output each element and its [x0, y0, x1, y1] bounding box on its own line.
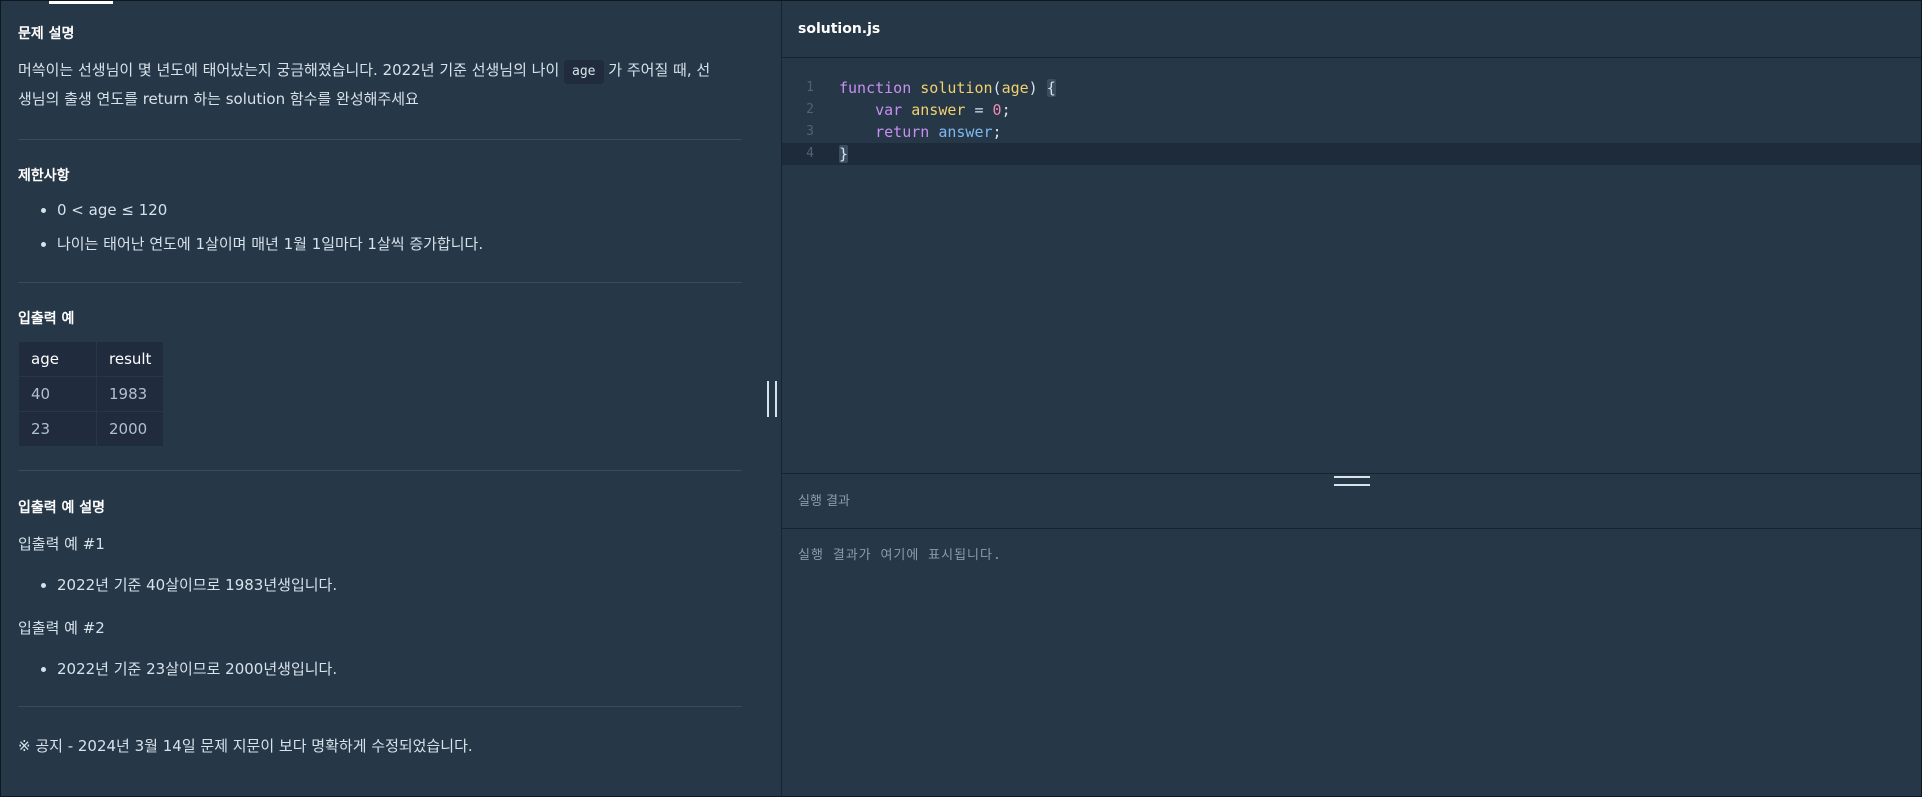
- io-explain-title: 입출력 예 설명: [18, 500, 106, 516]
- line-number: 4: [806, 146, 814, 161]
- divider: [18, 139, 742, 140]
- code-line-active[interactable]: 4 }: [782, 143, 1921, 165]
- param-token: age: [1001, 79, 1029, 97]
- result-title: 실행 결과: [798, 494, 850, 509]
- function-name-token: solution: [920, 79, 993, 97]
- example-item: 2022년 기준 40살이므로 1983년생입니다.: [57, 568, 337, 602]
- description-part1: 머쓱이는 선생님이 몇 년도에 태어났는지 궁금해졌습니다. 2022년 기준 …: [18, 61, 565, 79]
- description-line2: 생님의 출생 연도를 return 하는 solution 함수를 완성해주세요: [18, 90, 419, 108]
- line-number: 1: [806, 80, 814, 95]
- brace-highlight: {: [1046, 79, 1056, 97]
- code-line[interactable]: 3 return answer;: [782, 121, 1921, 143]
- divider: [18, 282, 742, 283]
- keyword-token: function: [839, 79, 912, 97]
- result-header: 실행 결과: [782, 474, 1921, 529]
- table-cell: 2000: [95, 411, 165, 447]
- divider: [18, 706, 742, 707]
- result-output: 실행 결과가 여기에 표시됩니다.: [798, 548, 1002, 563]
- description-code-age: age: [564, 60, 604, 84]
- io-table: age result 40 1983 23 2000: [18, 341, 165, 447]
- code-line[interactable]: 1 function solution(age) {: [782, 77, 1921, 99]
- io-title: 입출력 예: [18, 311, 75, 327]
- number-token: 0: [992, 101, 1002, 119]
- table-row: 40 1983: [18, 376, 165, 412]
- example-list: 2022년 기준 23살이므로 2000년생입니다.: [35, 652, 337, 686]
- editor-panel: solution.js 1 function solution(age) { 2…: [782, 1, 1921, 796]
- grip-line: [775, 381, 777, 417]
- code-text: return answer;: [875, 123, 1002, 141]
- grip-line: [767, 381, 769, 417]
- grip-gap: [771, 381, 773, 417]
- vertical-resize-handle[interactable]: [767, 381, 777, 417]
- table-row: 23 2000: [18, 411, 165, 447]
- line-number: 2: [806, 102, 814, 117]
- table-header-cell: result: [95, 341, 165, 377]
- example-list: 2022년 기준 40살이므로 1983년생입니다.: [35, 568, 337, 602]
- brace-highlight: }: [839, 145, 849, 163]
- identifier-token: answer: [938, 123, 993, 141]
- code-text: }: [839, 143, 849, 165]
- app-window: 문제 설명 머쓱이는 선생님이 몇 년도에 태어났는지 궁금해졌습니다. 202…: [0, 0, 1922, 797]
- example-item: 2022년 기준 23살이므로 2000년생입니다.: [57, 652, 337, 686]
- example-label: 입출력 예 #1: [18, 535, 105, 553]
- description-part2: 가 주어질 때, 선: [603, 61, 711, 79]
- code-text: function solution(age) {: [839, 79, 1056, 97]
- constraints-list: 0 < age ≤ 120 나이는 태어난 연도에 1살이며 매년 1월 1일마…: [35, 193, 483, 261]
- divider: [18, 470, 742, 471]
- line-number: 3: [806, 124, 814, 139]
- description-title: 문제 설명: [18, 26, 75, 42]
- code-editor[interactable]: 1 function solution(age) { 2 var answer …: [782, 58, 1921, 473]
- notice-text: ※ 공지 - 2024년 3월 14일 문제 지문이 보다 명확하게 수정되었습…: [18, 737, 473, 755]
- example-label: 입출력 예 #2: [18, 619, 105, 637]
- variable-token: answer: [911, 101, 966, 119]
- keyword-token: var: [875, 101, 903, 119]
- description-text: 머쓱이는 선생님이 몇 년도에 태어났는지 궁금해졌습니다. 2022년 기준 …: [18, 56, 742, 114]
- editor-header: solution.js: [782, 1, 1921, 58]
- table-cell: 23: [18, 411, 97, 447]
- table-header-cell: age: [18, 341, 97, 377]
- table-cell: 1983: [95, 376, 165, 412]
- editor-filename: solution.js: [798, 21, 881, 37]
- code-text: var answer = 0;: [875, 101, 1011, 119]
- constraints-title: 제한사항: [18, 168, 70, 184]
- problem-panel: 문제 설명 머쓱이는 선생님이 몇 년도에 태어났는지 궁금해졌습니다. 202…: [1, 1, 781, 796]
- code-line[interactable]: 2 var answer = 0;: [782, 99, 1921, 121]
- table-header-row: age result: [18, 341, 165, 377]
- constraint-item: 나이는 태어난 연도에 1살이며 매년 1월 1일마다 1살씩 증가합니다.: [57, 227, 483, 261]
- constraint-item: 0 < age ≤ 120: [57, 193, 483, 227]
- table-cell: 40: [18, 376, 97, 412]
- keyword-token: return: [875, 123, 930, 141]
